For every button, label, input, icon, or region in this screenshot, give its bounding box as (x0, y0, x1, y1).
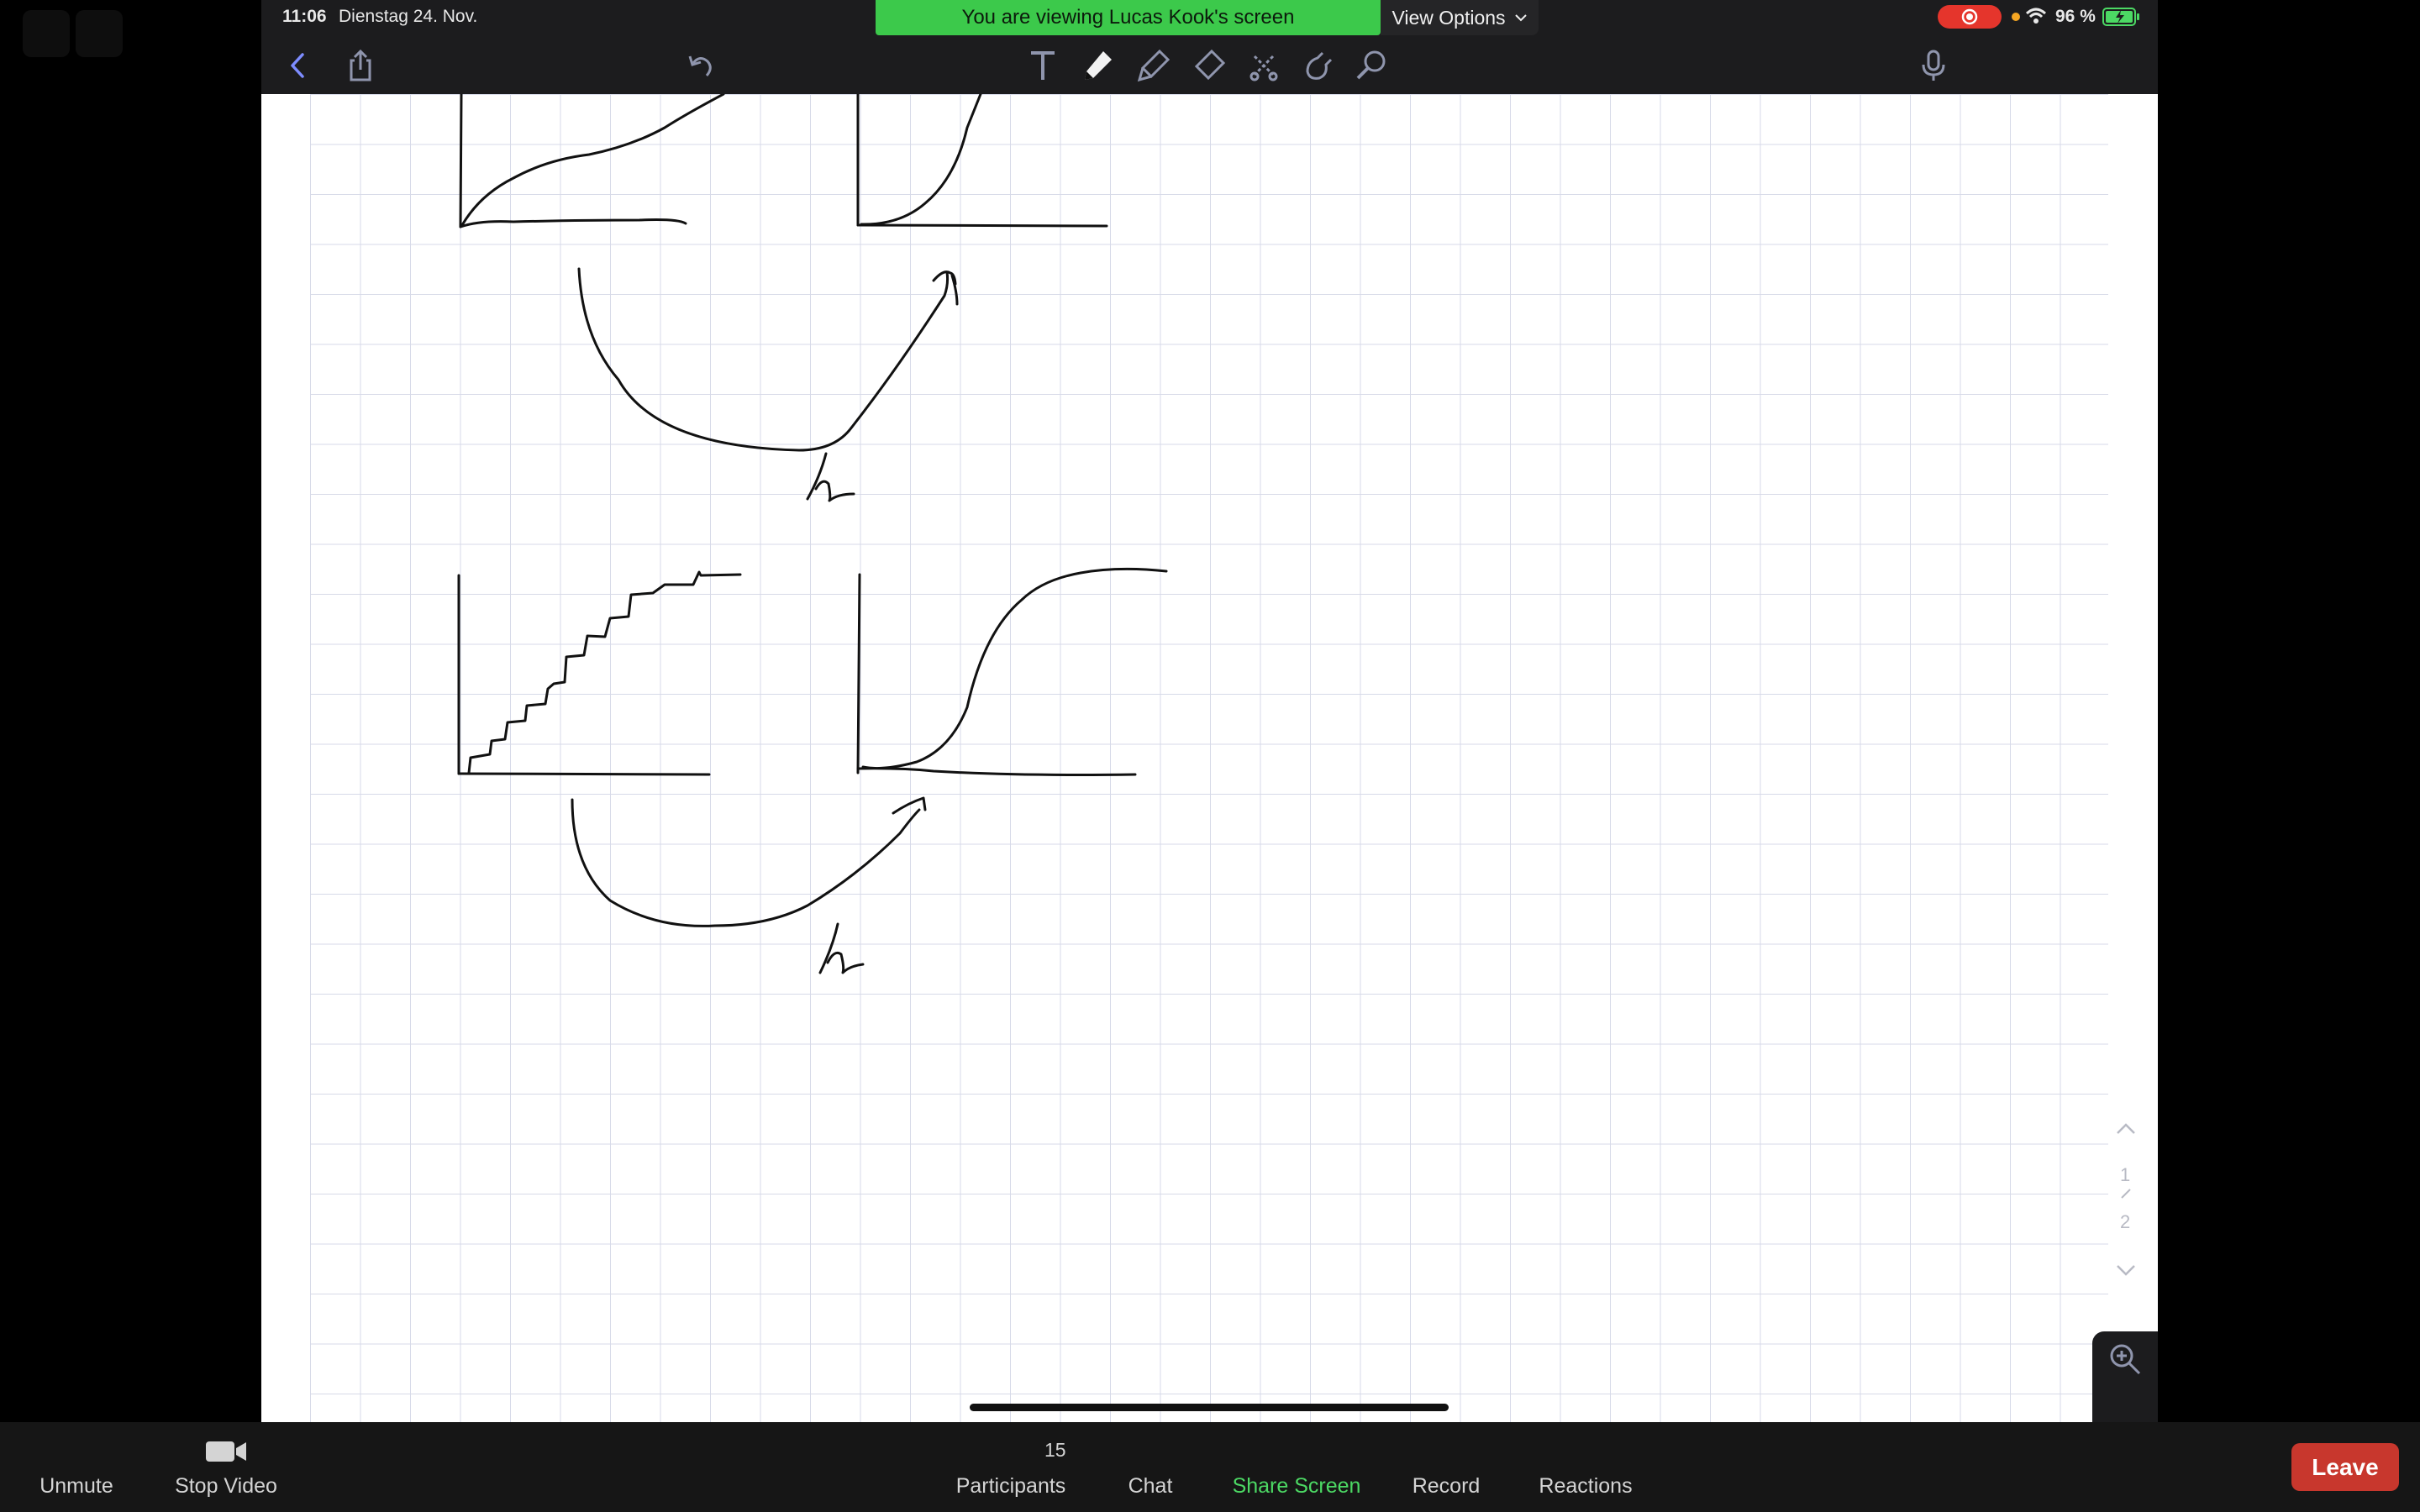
participants-button[interactable]: Participants (956, 1474, 1066, 1499)
plot-1-y-axis (459, 92, 463, 228)
lasso-tool[interactable] (1242, 44, 1286, 87)
back-button[interactable] (276, 44, 320, 87)
text-tool[interactable] (1021, 44, 1065, 87)
handwritten-sketches (310, 92, 2108, 1422)
zoom-button[interactable] (2092, 1331, 2158, 1422)
share-screen-label: Share Screen (1232, 1474, 1361, 1498)
stop-video-label: Stop Video (175, 1474, 277, 1498)
microphone-icon (1922, 50, 1945, 81)
undo-icon (688, 55, 712, 76)
record-label: Record (1412, 1474, 1481, 1498)
shapes-tool-icon (1306, 51, 1333, 80)
page-separator (2121, 1189, 2131, 1199)
screen-share-banner: You are viewing Lucas Kook's screen (876, 0, 1381, 35)
participants-label: Participants (955, 1474, 1066, 1498)
leave-button[interactable]: Leave (2291, 1443, 2399, 1491)
meeting-control-bar (0, 1422, 2420, 1512)
chevron-down-icon (1514, 14, 1527, 22)
laser-pointer-icon (1356, 50, 1386, 80)
text-tool-icon (1031, 51, 1055, 80)
battery-percent: 96 % (2055, 7, 2096, 26)
pen-tool[interactable] (1076, 44, 1119, 87)
ghost-tile (76, 10, 123, 57)
unmute-label: Unmute (39, 1474, 113, 1498)
record-button[interactable]: Record (1413, 1474, 1481, 1499)
chat-label: Chat (1128, 1474, 1173, 1498)
home-indicator (970, 1404, 1449, 1411)
plot-2-x-axis (856, 223, 1108, 228)
record-icon (1961, 8, 1978, 25)
page-number-2[interactable]: 2 (2120, 1211, 2130, 1233)
microphone-button[interactable] (1912, 44, 1955, 87)
viewing-text: You are viewing Lucas Kook's screen (961, 6, 1295, 29)
reactions-button[interactable]: Reactions (1539, 1474, 1632, 1499)
unmute-button[interactable]: Unmute (39, 1474, 113, 1499)
chat-button[interactable]: Chat (1128, 1474, 1173, 1499)
highlighter-tool-icon (1137, 49, 1171, 82)
eraser-tool-icon (1194, 49, 1226, 81)
view-options-button[interactable]: View Options (1381, 0, 1539, 35)
lasso-tool-icon (1249, 55, 1278, 81)
grid-background (310, 94, 2108, 1422)
share-button[interactable] (339, 44, 382, 87)
back-chevron-icon (291, 53, 304, 78)
battery-icon (2102, 8, 2139, 26)
ghost-tile (23, 10, 70, 57)
highlighter-tool[interactable] (1132, 44, 1176, 87)
reactions-label: Reactions (1539, 1474, 1633, 1498)
screen-recording-indicator (1938, 5, 2002, 29)
share-icon (350, 49, 371, 81)
share-screen-button[interactable]: Share Screen (1233, 1474, 1361, 1499)
zoom-icon (2110, 1344, 2141, 1375)
chevron-down-icon[interactable] (2113, 1262, 2139, 1278)
shapes-tool[interactable] (1295, 44, 1339, 87)
chevron-up-icon[interactable] (2113, 1121, 2139, 1137)
note-canvas[interactable] (261, 92, 2158, 1422)
status-time: 11:06 (282, 7, 327, 26)
wifi-icon (2025, 8, 2047, 24)
eraser-tool[interactable] (1187, 44, 1231, 87)
participants-count: 15 (1044, 1439, 1066, 1462)
pen-tool-icon (1085, 51, 1112, 80)
page-number-1[interactable]: 1 (2120, 1164, 2130, 1186)
view-options-label: View Options (1392, 6, 1506, 29)
undo-button[interactable] (679, 44, 723, 87)
plot-4-y-axis (856, 573, 861, 774)
stop-video-button[interactable]: Stop Video (175, 1474, 277, 1499)
status-date: Dienstag 24. Nov. (339, 7, 478, 26)
video-camera-icon[interactable] (204, 1439, 248, 1464)
shared-ipad-screen: 11:06 Dienstag 24. Nov. 96 % 1 2 (261, 0, 2158, 1422)
leave-label: Leave (2312, 1453, 2379, 1480)
laser-pointer-tool[interactable] (1349, 44, 1392, 87)
mic-in-use-dot (2012, 13, 2020, 21)
